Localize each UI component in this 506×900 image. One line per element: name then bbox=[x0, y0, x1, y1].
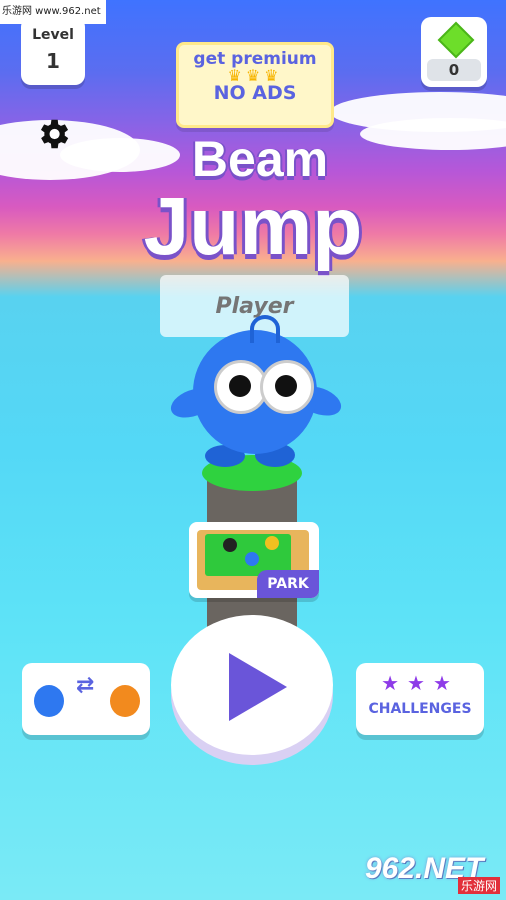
park-button[interactable]: PARK bbox=[189, 522, 319, 598]
challenges-label: CHALLENGES bbox=[368, 701, 472, 717]
pupil bbox=[275, 375, 297, 397]
park-creature-icon bbox=[265, 536, 279, 550]
star-icon: ★★★ bbox=[381, 671, 459, 695]
orange-character-icon bbox=[110, 685, 140, 717]
get-premium-button[interactable]: get premium ♛♛♛ NO ADS bbox=[176, 42, 334, 128]
site-logo-sub: 乐游网 bbox=[457, 877, 500, 894]
change-character-button[interactable]: ⇄ bbox=[22, 663, 150, 735]
level-label: Level bbox=[32, 27, 74, 43]
character-tuft bbox=[250, 315, 280, 343]
park-creature-icon bbox=[245, 552, 259, 566]
site-logo: 962.NET 乐游网 bbox=[365, 852, 500, 894]
level-indicator: Level 1 bbox=[21, 17, 85, 85]
character-eye-right bbox=[260, 360, 314, 414]
park-label: PARK bbox=[257, 570, 319, 598]
play-icon bbox=[229, 653, 287, 721]
park-creature-icon bbox=[223, 538, 237, 552]
blue-character-icon bbox=[34, 685, 64, 717]
gem-count: 0 bbox=[427, 59, 481, 81]
gem-icon bbox=[437, 21, 475, 59]
premium-line2: NO ADS bbox=[213, 82, 297, 104]
challenges-button[interactable]: ★★★ CHALLENGES bbox=[356, 663, 484, 735]
game-screen: 乐游网 www.962.net Level 1 get premium ♛♛♛ … bbox=[0, 0, 506, 900]
level-value: 1 bbox=[46, 49, 60, 73]
gem-counter[interactable]: 0 bbox=[421, 17, 487, 87]
game-title-jump: Jump bbox=[143, 181, 363, 272]
gear-icon[interactable] bbox=[34, 115, 72, 153]
cloud bbox=[60, 138, 180, 172]
cloud bbox=[360, 118, 506, 150]
pupil bbox=[229, 375, 251, 397]
swap-arrows-icon: ⇄ bbox=[76, 673, 95, 698]
play-button[interactable] bbox=[171, 615, 333, 755]
